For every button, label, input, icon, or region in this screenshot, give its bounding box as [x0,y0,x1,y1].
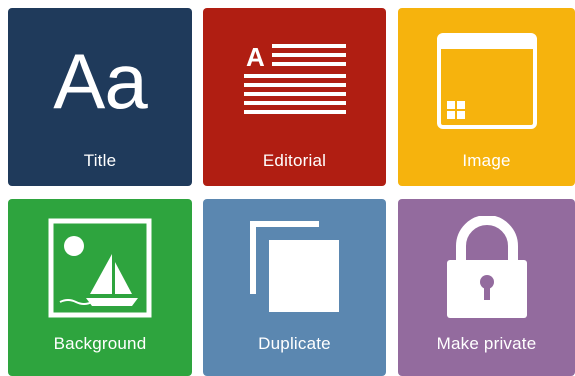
editorial-tile[interactable]: A Editorial [203,8,386,186]
editorial-glyph: A [246,42,265,72]
duplicate-tile[interactable]: Duplicate [203,199,386,376]
image-label: Image [462,151,511,170]
background-label: Background [53,334,147,353]
text-format-icon: Aa [8,26,192,136]
image-tile[interactable]: Image [398,8,575,186]
padlock-icon [398,213,575,323]
title-tile[interactable]: Aa Title [8,8,192,186]
background-tile[interactable]: Background [8,199,192,376]
duplicate-icon [203,213,386,323]
article-icon: A [203,26,386,136]
title-label: Title [83,151,117,170]
title-glyph: Aa [53,37,147,125]
landscape-photo-icon [8,213,192,323]
make-private-tile[interactable]: Make private [398,199,575,376]
image-layout-icon [398,26,575,136]
editorial-label: Editorial [262,151,327,170]
duplicate-label: Duplicate [258,334,331,353]
make-private-label: Make private [436,334,537,353]
